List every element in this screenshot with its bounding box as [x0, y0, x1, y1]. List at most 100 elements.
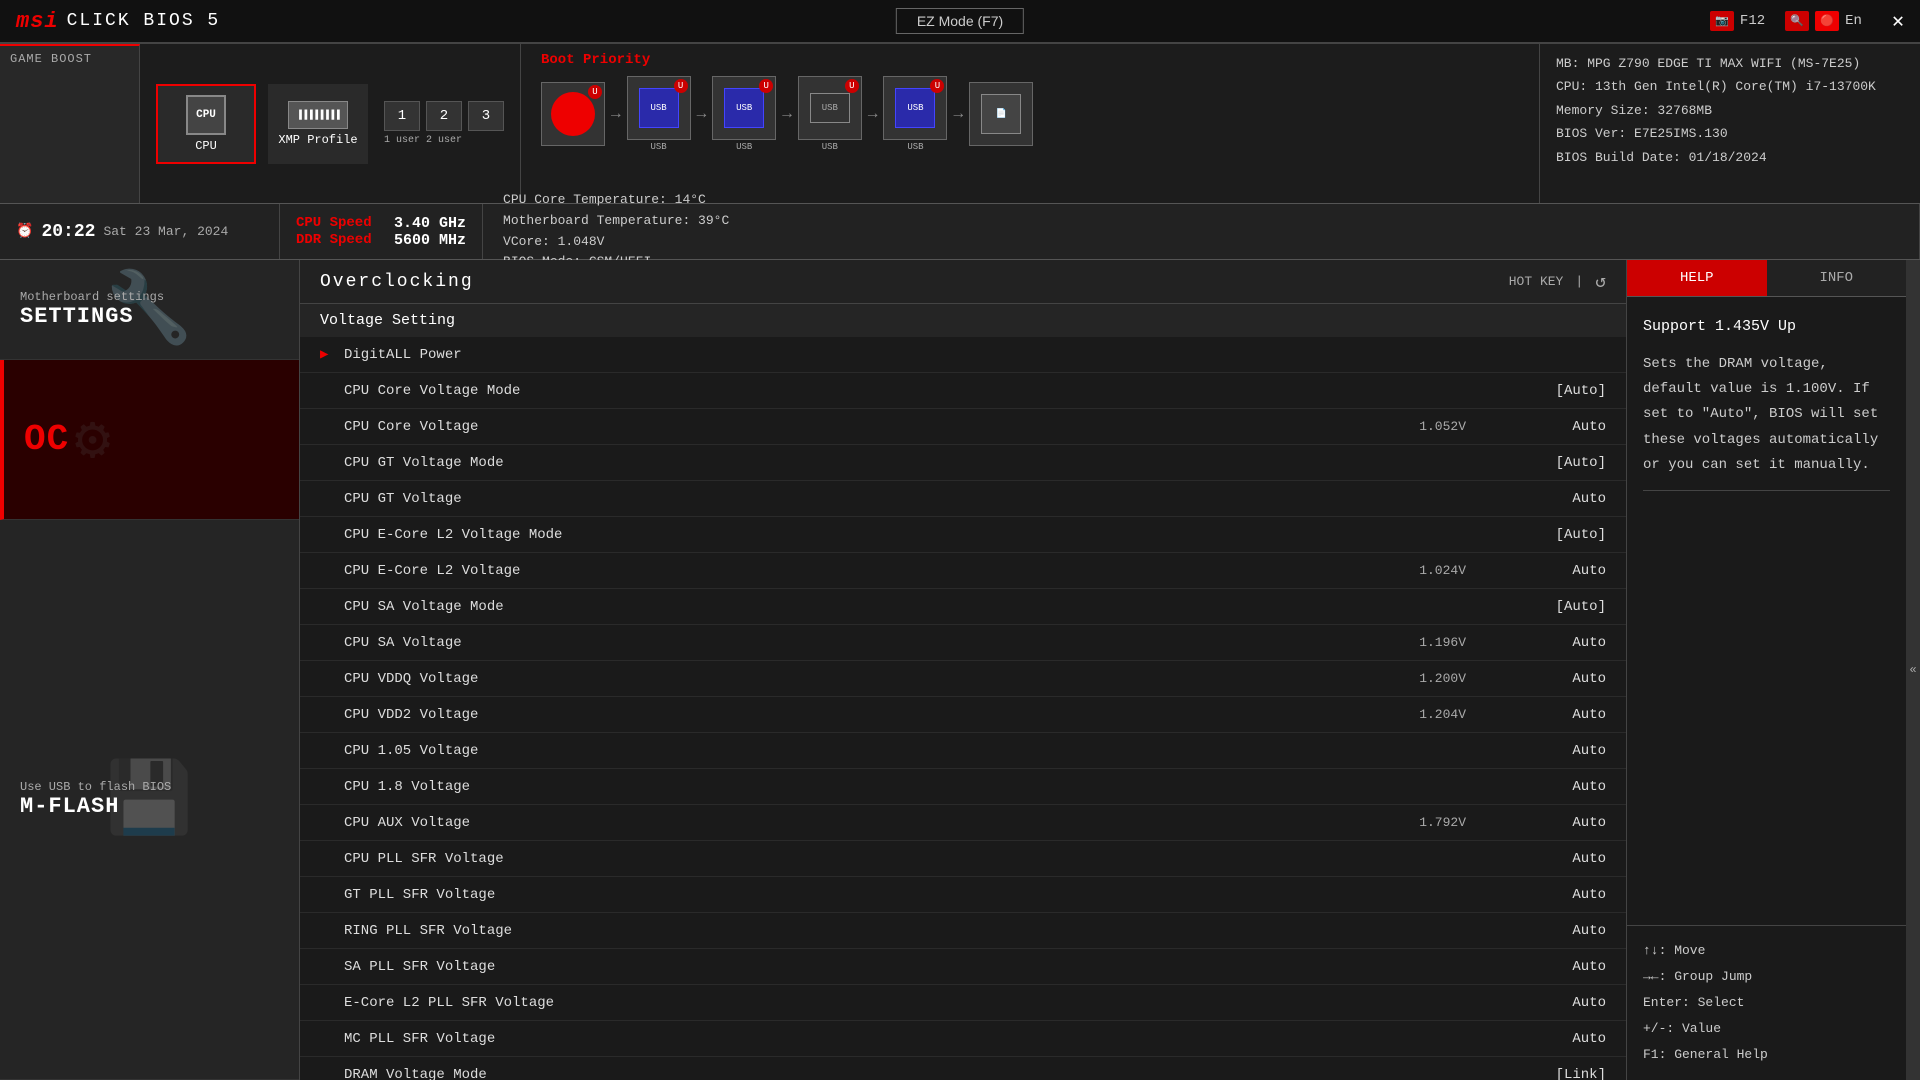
boot-device-1[interactable]: U — [541, 82, 605, 146]
hotkey-label: HOT KEY — [1509, 274, 1564, 289]
sidebar-mflash-label: M-FLASH — [20, 794, 279, 819]
table-row[interactable]: ▶ DigitALL Power — [300, 337, 1626, 373]
keybind-3: Enter: Select — [1643, 990, 1890, 1016]
boot-device-box-1: U — [541, 82, 605, 146]
top-right-controls: 📷 F12 🔍 🔴 En ✕ — [1710, 8, 1904, 34]
table-row[interactable]: CPU SA Voltage Mode [Auto] — [300, 589, 1626, 625]
table-row[interactable]: CPU SA Voltage 1.196V Auto — [300, 625, 1626, 661]
row-setting: Auto — [1486, 419, 1606, 435]
cpu-profile-button[interactable]: CPU CPU — [156, 84, 256, 164]
bios-date-info: BIOS Build Date: 01/18/2024 — [1556, 146, 1904, 169]
table-row[interactable]: MC PLL SFR Voltage Auto — [300, 1021, 1626, 1057]
tab-info[interactable]: INFO — [1767, 260, 1907, 296]
boot-priority-section: Boot Priority U → USB U USB → — [521, 44, 1540, 203]
screenshot-button[interactable]: 📷 F12 — [1710, 11, 1765, 31]
row-name: CPU Core Voltage Mode — [344, 383, 1386, 399]
row-name: DigitALL Power — [344, 347, 1386, 363]
cpu-temp: CPU Core Temperature: 14°C — [503, 190, 1899, 211]
boot-device-box-5: USB U — [883, 76, 947, 140]
table-row[interactable]: GT PLL SFR Voltage Auto — [300, 877, 1626, 913]
ddr-speed-label: DDR Speed — [296, 232, 386, 248]
boot-device-box-3: USB U — [712, 76, 776, 140]
boot-devices-list: U → USB U USB → USB U USB → — [541, 76, 1519, 152]
row-setting: Auto — [1486, 851, 1606, 867]
cpu-speed-row: CPU Speed 3.40 GHz — [296, 215, 466, 232]
row-name: CPU GT Voltage — [344, 491, 1386, 507]
back-icon[interactable]: ↺ — [1595, 271, 1606, 293]
table-row[interactable]: CPU E-Core L2 Voltage 1.024V Auto — [300, 553, 1626, 589]
row-name: CPU SA Voltage Mode — [344, 599, 1386, 615]
profile-btn-2[interactable]: 2 — [426, 101, 462, 131]
top-bar: msi CLICK BIOS 5 EZ Mode (F7) 📷 F12 🔍 🔴 … — [0, 0, 1920, 44]
game-boost-label: GAME BOOST — [10, 52, 92, 66]
boot-badge-4: U — [845, 79, 859, 93]
date-value: Sat 23 Mar, 2024 — [103, 224, 228, 239]
table-row[interactable]: E-Core L2 PLL SFR Voltage Auto — [300, 985, 1626, 1021]
table-row[interactable]: DRAM Voltage Mode [Link] — [300, 1057, 1626, 1080]
table-row[interactable]: CPU Core Voltage Mode [Auto] — [300, 373, 1626, 409]
sysinfo-mid: CPU Core Temperature: 14°C Motherboard T… — [483, 204, 1920, 259]
boot-arrow-1: → — [611, 105, 621, 123]
cpu-speed-label: CPU Speed — [296, 215, 386, 231]
table-row[interactable]: CPU 1.8 Voltage Auto — [300, 769, 1626, 805]
table-row[interactable]: SA PLL SFR Voltage Auto — [300, 949, 1626, 985]
table-row[interactable]: CPU VDDQ Voltage 1.200V Auto — [300, 661, 1626, 697]
help-title: Support 1.435V Up — [1643, 313, 1890, 340]
boot-device-6[interactable]: 📄 — [969, 82, 1033, 146]
row-name: E-Core L2 PLL SFR Voltage — [344, 995, 1386, 1011]
row-setting: Auto — [1486, 491, 1606, 507]
table-row[interactable]: CPU GT Voltage Auto — [300, 481, 1626, 517]
row-name: MC PLL SFR Voltage — [344, 1031, 1386, 1047]
boot-device-4[interactable]: USB U USB — [798, 76, 862, 152]
row-setting: [Auto] — [1486, 527, 1606, 543]
table-row[interactable]: CPU AUX Voltage 1.792V Auto — [300, 805, 1626, 841]
cpu-icon: CPU — [186, 95, 226, 135]
voltage-table[interactable]: Voltage Setting ▶ DigitALL Power CPU Cor… — [300, 304, 1626, 1080]
row-setting: [Auto] — [1486, 599, 1606, 615]
boot-arrow-4: → — [868, 105, 878, 123]
brand-logo: msi — [16, 9, 59, 34]
mb-temp: Motherboard Temperature: 39°C — [503, 211, 1899, 232]
profile-btn-1[interactable]: 1 — [384, 101, 420, 131]
camera-icon: 📷 — [1710, 11, 1734, 31]
help-divider — [1643, 490, 1890, 491]
collapse-panel-button[interactable]: « — [1906, 260, 1920, 1080]
row-setting: Auto — [1486, 815, 1606, 831]
help-body: Sets the DRAM voltage, default value is … — [1643, 352, 1890, 478]
xmp-profile-button[interactable]: ▐▐▐▐▐▐▐▐ XMP Profile — [268, 84, 368, 164]
boot-arrow-2: → — [697, 105, 707, 123]
row-value: 1.792V — [1386, 815, 1466, 830]
table-row[interactable]: RING PLL SFR Voltage Auto — [300, 913, 1626, 949]
row-value: 1.196V — [1386, 635, 1466, 650]
row-name: CPU VDD2 Voltage — [344, 707, 1386, 723]
table-row[interactable]: CPU PLL SFR Voltage Auto — [300, 841, 1626, 877]
boot-device-2[interactable]: USB U USB — [627, 76, 691, 152]
table-row[interactable]: CPU Core Voltage 1.052V Auto — [300, 409, 1626, 445]
language-button[interactable]: 🔍 🔴 En — [1785, 11, 1862, 31]
row-setting: Auto — [1486, 671, 1606, 687]
sidebar-item-oc[interactable]: ⚙ OC — [0, 360, 299, 520]
boot-device-3[interactable]: USB U USB — [712, 76, 776, 152]
tab-help[interactable]: HELP — [1627, 260, 1767, 296]
search-icon: 🔍 — [1785, 11, 1809, 31]
help-tabs: HELP INFO — [1627, 260, 1906, 297]
table-row[interactable]: CPU GT Voltage Mode [Auto] — [300, 445, 1626, 481]
table-row[interactable]: CPU E-Core L2 Voltage Mode [Auto] — [300, 517, 1626, 553]
row-value: 1.024V — [1386, 563, 1466, 578]
xmp-icon: ▐▐▐▐▐▐▐▐ — [288, 101, 348, 129]
profile-user-1: 1 user — [384, 135, 420, 146]
sidebar-item-settings[interactable]: 🔧 Motherboard settings SETTINGS — [0, 260, 299, 360]
sidebar-item-mflash[interactable]: 💾 Use USB to flash BIOS M-FLASH — [0, 520, 299, 1080]
sidebar-mflash-content: Use USB to flash BIOS M-FLASH — [20, 780, 279, 819]
boot-device-5[interactable]: USB U USB — [883, 76, 947, 152]
table-row[interactable]: CPU VDD2 Voltage 1.204V Auto — [300, 697, 1626, 733]
profile-btn-3[interactable]: 3 — [468, 101, 504, 131]
ez-mode-button[interactable]: EZ Mode (F7) — [896, 8, 1024, 34]
speed-section: CPU Speed 3.40 GHz DDR Speed 5600 MHz — [280, 204, 483, 259]
table-row[interactable]: CPU 1.05 Voltage Auto — [300, 733, 1626, 769]
close-button[interactable]: ✕ — [1892, 8, 1904, 34]
boot-usb-label-3: USB — [822, 142, 838, 152]
boot-priority-title: Boot Priority — [541, 52, 1519, 68]
keybind-4: +/-: Value — [1643, 1016, 1890, 1042]
boot-arrow-5: → — [953, 105, 963, 123]
